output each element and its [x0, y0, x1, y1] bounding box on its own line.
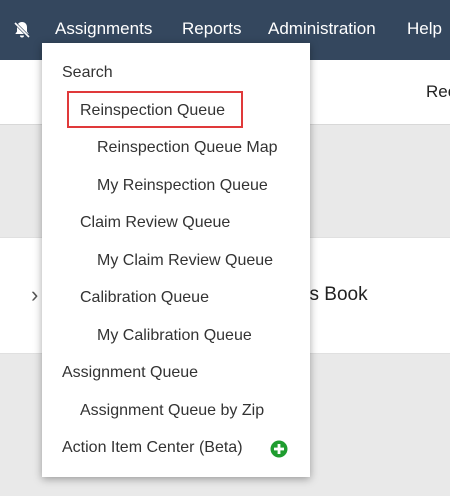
menu-item-claim-review-queue[interactable]: Claim Review Queue: [80, 214, 230, 232]
menu-item-reinspection-queue-map[interactable]: Reinspection Queue Map: [97, 139, 278, 157]
chevron-right-icon[interactable]: ›: [31, 282, 38, 308]
menu-item-my-calibration-queue[interactable]: My Calibration Queue: [97, 327, 252, 345]
nav-help[interactable]: Help: [407, 19, 442, 39]
assignments-dropdown-menu: Search Reinspection Queue Reinspection Q…: [42, 43, 310, 477]
menu-item-assignment-queue-by-zip[interactable]: Assignment Queue by Zip: [80, 402, 264, 420]
sub-header-link[interactable]: Rec: [426, 82, 450, 102]
menu-item-search[interactable]: Search: [62, 64, 113, 82]
bell-muted-icon[interactable]: [12, 20, 32, 40]
menu-item-my-reinspection-queue[interactable]: My Reinspection Queue: [97, 177, 268, 195]
nav-administration[interactable]: Administration: [268, 19, 376, 39]
plus-circle-icon[interactable]: [270, 440, 288, 458]
menu-item-calibration-queue[interactable]: Calibration Queue: [80, 289, 209, 307]
nav-reports[interactable]: Reports: [182, 19, 242, 39]
menu-item-reinspection-queue[interactable]: Reinspection Queue: [80, 102, 225, 120]
card-title: ss Book: [300, 284, 368, 305]
menu-item-assignment-queue[interactable]: Assignment Queue: [62, 364, 198, 382]
nav-assignments[interactable]: Assignments: [55, 19, 152, 39]
menu-item-my-claim-review-queue[interactable]: My Claim Review Queue: [97, 252, 273, 270]
menu-item-action-item-center[interactable]: Action Item Center (Beta): [62, 439, 243, 457]
